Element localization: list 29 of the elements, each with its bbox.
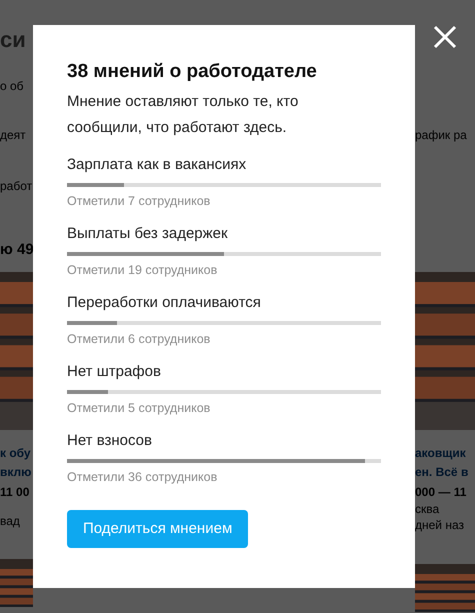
results-heading: ю 49 xyxy=(0,240,33,260)
opinion-caption: Отметили 19 сотрудников xyxy=(67,262,218,279)
page-title: си xyxy=(0,26,27,54)
opinion-label: Нет штрафов xyxy=(67,362,162,382)
opinion-caption: Отметили 5 сотрудников xyxy=(67,400,212,417)
opinion-caption: Отметили 7 сотрудников xyxy=(67,193,212,210)
opinion-caption: Отметили 6 сотрудников xyxy=(67,331,212,348)
close-icon[interactable] xyxy=(433,25,457,49)
filter-text: работ xyxy=(0,178,33,195)
meta-text: сква xyxy=(415,501,440,517)
modal-title: 38 мнений о работодателе xyxy=(67,60,318,84)
opinion-label: Переработки оплачиваются xyxy=(67,293,262,313)
filter-text: деят xyxy=(0,127,27,144)
vacancy-link[interactable]: аковщик xyxy=(415,444,475,463)
vacancy-link[interactable]: к обу xyxy=(0,444,33,463)
description-text: Мнение оставляют только те, кто сообщили, что работают здесь. xyxy=(67,92,300,138)
salary-text: 000 — 11 xyxy=(415,484,468,501)
meta-text: дней наз xyxy=(415,517,466,533)
vacancy-link[interactable]: ен. Всё в xyxy=(415,463,475,482)
opinion-label: Зарплата как в вакансиях xyxy=(67,155,248,175)
opinion-label: Нет взносов xyxy=(67,431,153,451)
filter-text: о об xyxy=(0,78,25,95)
vacancy-link[interactable]: вклю xyxy=(0,463,33,482)
salary-text: 11 00 xyxy=(0,484,30,501)
opinion-label: Выплаты без задержек xyxy=(67,224,229,244)
share-opinion-button[interactable]: Поделиться мнением xyxy=(67,510,248,548)
filter-text: рафик ра xyxy=(415,127,468,144)
opinion-caption: Отметили 36 сотрудников xyxy=(67,469,218,486)
meta-text: вад xyxy=(0,513,21,529)
